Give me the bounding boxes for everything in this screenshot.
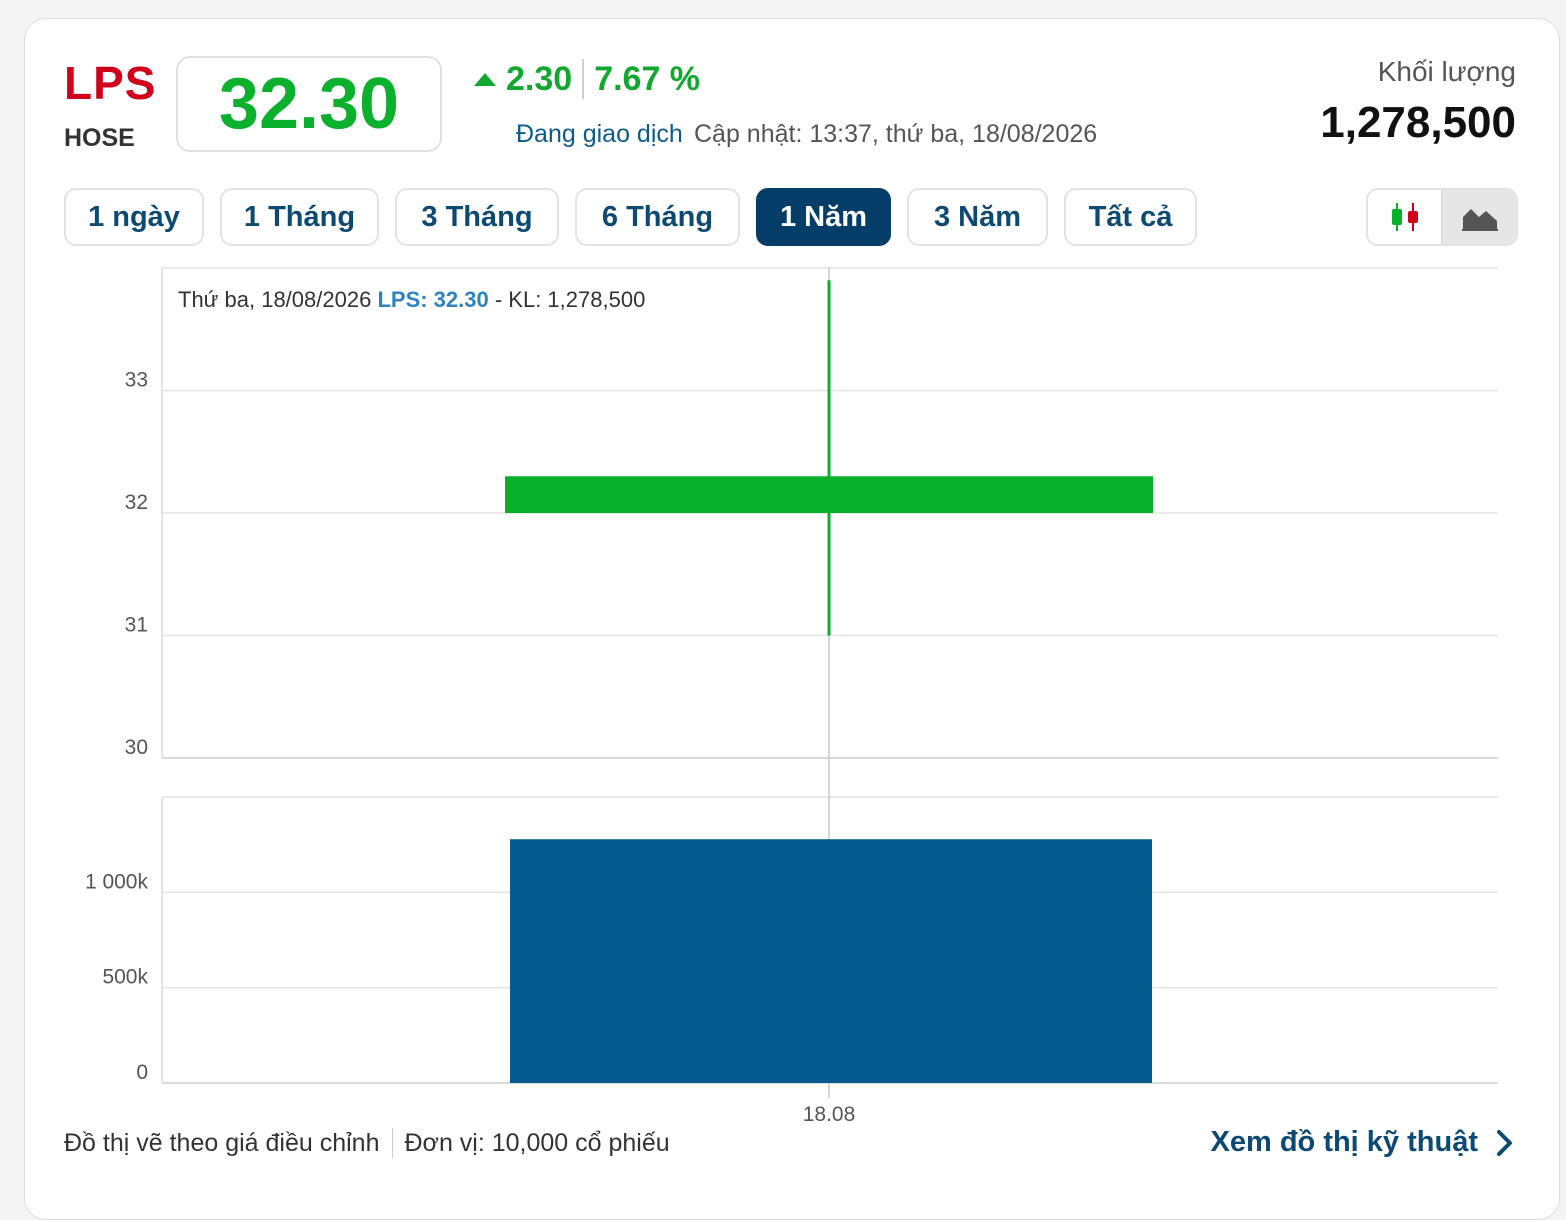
footnote-divider: [391, 1128, 393, 1158]
unit-note: Đơn vị: 10,000 cổ phiếu: [404, 1128, 670, 1157]
volume-tick-label: 1 000k: [85, 870, 149, 893]
candle-body: [505, 476, 1153, 513]
date-axis: 18.08: [803, 1103, 856, 1126]
chevron-right-icon: [1497, 1129, 1512, 1156]
chart-tooltip: Thứ ba, 18/08/2026 LPS: 32.30 - KL: 1,27…: [178, 287, 645, 312]
price-volume-chart: 30 31 32 33 0 500k 1 000k 18.08 Thứ ba, 18/08…: [85, 267, 1498, 1126]
tooltip-volume: - KL: 1,278,500: [495, 287, 645, 312]
price-axis: 30 31 32 33: [125, 369, 148, 760]
tooltip-date: Thứ ba, 18/08/2026: [178, 287, 371, 312]
adjusted-price-note: Đồ thị vẽ theo giá điều chỉnh: [64, 1128, 380, 1157]
price-tick-label: 33: [125, 369, 148, 392]
chart-footnote: Đồ thị vẽ theo giá điều chỉnh Đơn vị: 10…: [64, 1128, 670, 1158]
volume-bars: [510, 839, 1152, 1083]
technical-chart-link[interactable]: Xem đồ thị kỹ thuật: [1211, 1126, 1518, 1159]
tooltip-price: LPS: 32.30: [377, 287, 488, 312]
price-tick-label: 32: [125, 491, 148, 514]
price-tick-label: 31: [125, 614, 148, 637]
price-tick-label: 30: [125, 736, 148, 759]
volume-axis: 0 500k 1 000k: [85, 870, 149, 1084]
volume-bar: [510, 839, 1152, 1083]
volume-tick-label: 500k: [102, 966, 148, 989]
volume-tick-label: 0: [136, 1061, 148, 1084]
candles: [505, 280, 1153, 636]
technical-chart-link-label: Xem đồ thị kỹ thuật: [1210, 1126, 1478, 1158]
date-tick-label: 18.08: [803, 1103, 856, 1126]
